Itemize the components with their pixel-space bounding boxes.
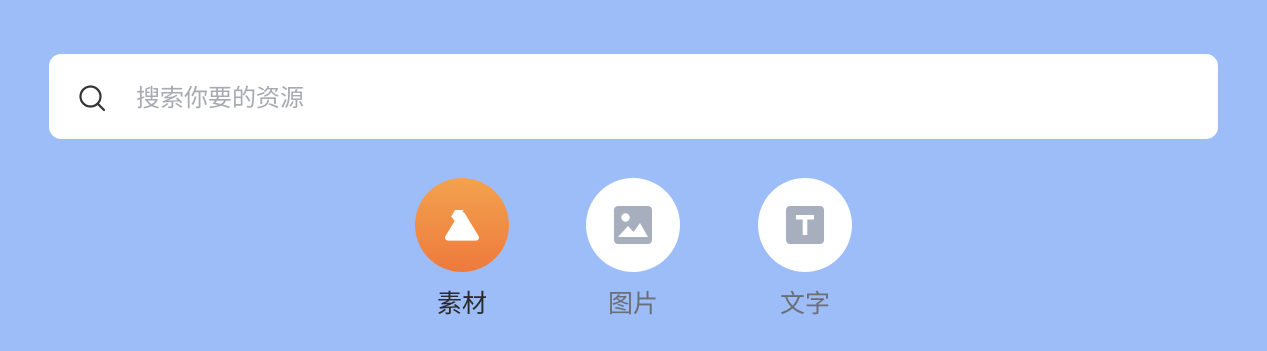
category-image[interactable]: 图片 xyxy=(573,178,693,328)
category-text[interactable]: 文字 xyxy=(745,178,865,328)
text-t-icon xyxy=(786,206,824,244)
category-text-circle[interactable] xyxy=(758,178,852,272)
material-triangle-icon xyxy=(444,210,480,241)
category-image-circle[interactable] xyxy=(586,178,680,272)
search-input[interactable] xyxy=(136,78,1176,118)
image-icon xyxy=(614,206,652,244)
category-image-label: 图片 xyxy=(607,289,658,318)
search-icon[interactable] xyxy=(78,84,106,112)
category-text-label: 文字 xyxy=(779,289,830,318)
category-material[interactable]: 素材 xyxy=(402,178,522,328)
category-material-circle[interactable] xyxy=(415,178,509,272)
category-material-label: 素材 xyxy=(436,289,487,318)
